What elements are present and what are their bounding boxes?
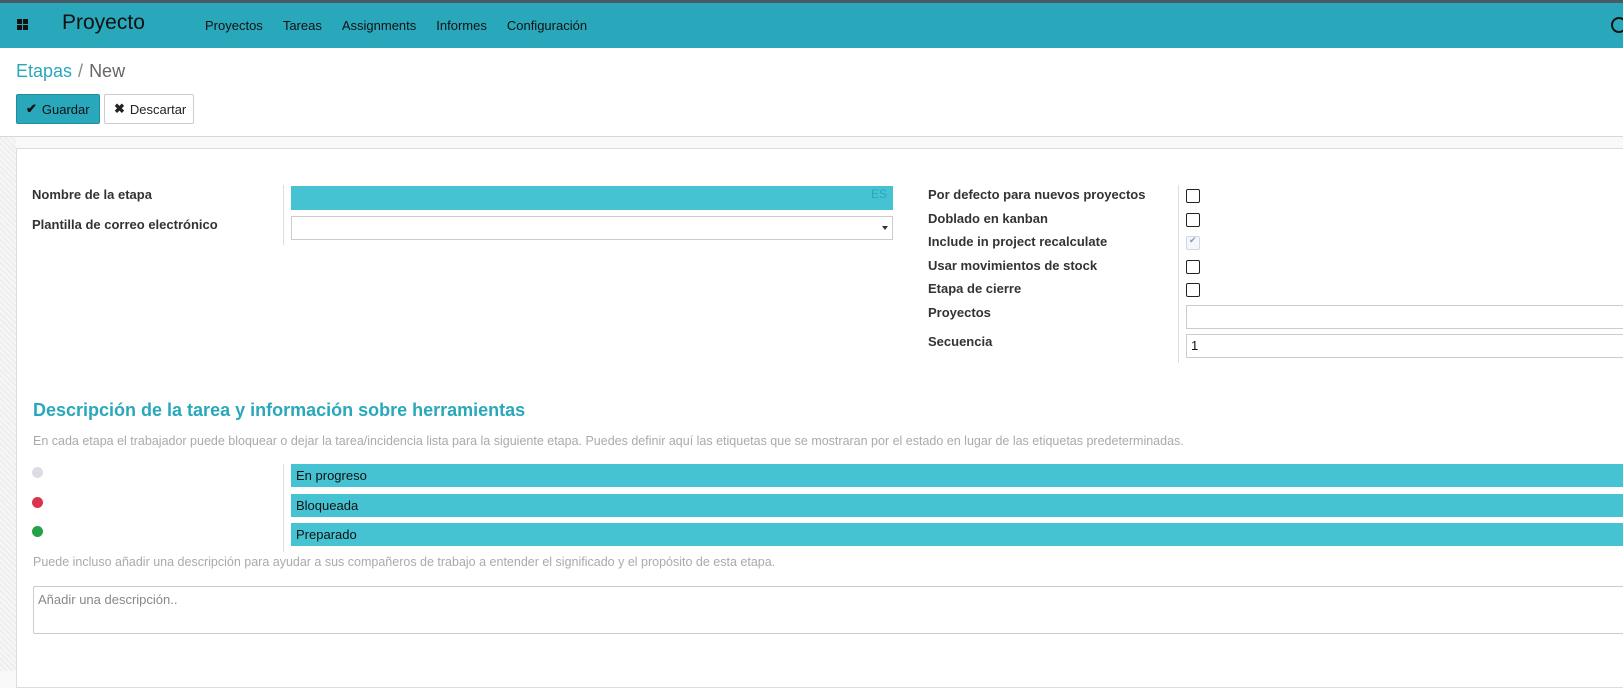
breadcrumb: Etapas / New — [16, 61, 125, 82]
save-button[interactable]: ✔ Guardar — [16, 94, 100, 124]
check-icon: ✔ — [26, 101, 37, 116]
menu-item-assignments[interactable]: Assignments — [342, 18, 416, 33]
breadcrumb-parent[interactable]: Etapas — [16, 61, 72, 81]
stage-name-label: Nombre de la etapa — [32, 187, 152, 202]
projects-input[interactable] — [1186, 305, 1623, 329]
include-recalculate-checkbox: ✔ — [1186, 235, 1200, 250]
breadcrumb-separator: / — [78, 61, 84, 81]
chevron-down-icon[interactable] — [882, 226, 888, 230]
language-tag[interactable]: ES — [871, 187, 887, 201]
states-divider — [283, 464, 284, 552]
breadcrumb-current: New — [89, 61, 126, 81]
section-title: Descripción de la tarea y información so… — [33, 400, 526, 420]
include-recalculate-label: Include in project recalculate — [928, 234, 1108, 249]
sequence-input[interactable]: 1 — [1186, 334, 1623, 358]
menu-item-informes[interactable]: Informes — [436, 18, 487, 33]
discard-button-label: Descartar — [129, 101, 187, 117]
description-help-text: Puede incluso añadir una descripción par… — [33, 555, 776, 569]
description-textarea[interactable]: Añadir una descripción.. — [33, 586, 1623, 634]
menu-item-proyectos[interactable]: Proyectos — [205, 18, 263, 33]
state-blocked-input[interactable]: Bloqueada — [291, 494, 1623, 517]
user-menu-icon[interactable] — [1611, 17, 1623, 33]
folded-kanban-label: Doblado en kanban — [928, 211, 1048, 226]
state-normal-input[interactable]: En progreso — [291, 464, 1623, 487]
top-navbar: Proyecto Proyectos Tareas Assignments In… — [0, 0, 1623, 48]
section-help-text: En cada etapa el trabajador puede bloque… — [33, 434, 1184, 448]
save-button-label: Guardar — [41, 101, 90, 117]
mail-template-label: Plantilla de correo electrónico — [32, 217, 218, 232]
menu-item-configuracion[interactable]: Configuración — [507, 18, 587, 33]
closing-stage-label: Etapa de cierre — [928, 281, 1022, 296]
state-normal-dot-icon — [32, 467, 43, 478]
state-done-input[interactable]: Preparado — [291, 523, 1623, 546]
main-menu: Proyectos Tareas Assignments Informes Co… — [205, 18, 607, 33]
mail-template-select[interactable] — [291, 216, 893, 240]
left-group-divider — [283, 185, 284, 245]
app-title[interactable]: Proyecto — [62, 11, 145, 35]
projects-label: Proyectos — [928, 305, 991, 320]
state-done-dot-icon — [32, 526, 43, 537]
apps-grid-icon[interactable] — [17, 19, 28, 30]
sheet-background — [0, 137, 16, 671]
discard-button[interactable]: ✖ Descartar — [104, 94, 194, 124]
control-panel: Etapas / New ✔ Guardar ✖ Descartar — [0, 48, 1623, 137]
folded-kanban-checkbox[interactable] — [1186, 213, 1200, 227]
closing-stage-checkbox[interactable] — [1186, 283, 1200, 297]
default-new-projects-checkbox[interactable] — [1186, 189, 1200, 203]
default-new-projects-label: Por defecto para nuevos proyectos — [928, 187, 1146, 202]
menu-item-tareas[interactable]: Tareas — [283, 18, 322, 33]
stage-name-input[interactable]: ES — [291, 186, 893, 210]
sequence-label: Secuencia — [928, 334, 993, 349]
checkmark-icon: ✔ — [1189, 235, 1197, 245]
state-blocked-dot-icon — [32, 497, 43, 508]
use-stock-moves-label: Usar movimientos de stock — [928, 258, 1098, 273]
use-stock-moves-checkbox[interactable] — [1186, 260, 1200, 274]
right-group-divider — [1178, 185, 1179, 363]
close-icon: ✖ — [114, 101, 125, 116]
